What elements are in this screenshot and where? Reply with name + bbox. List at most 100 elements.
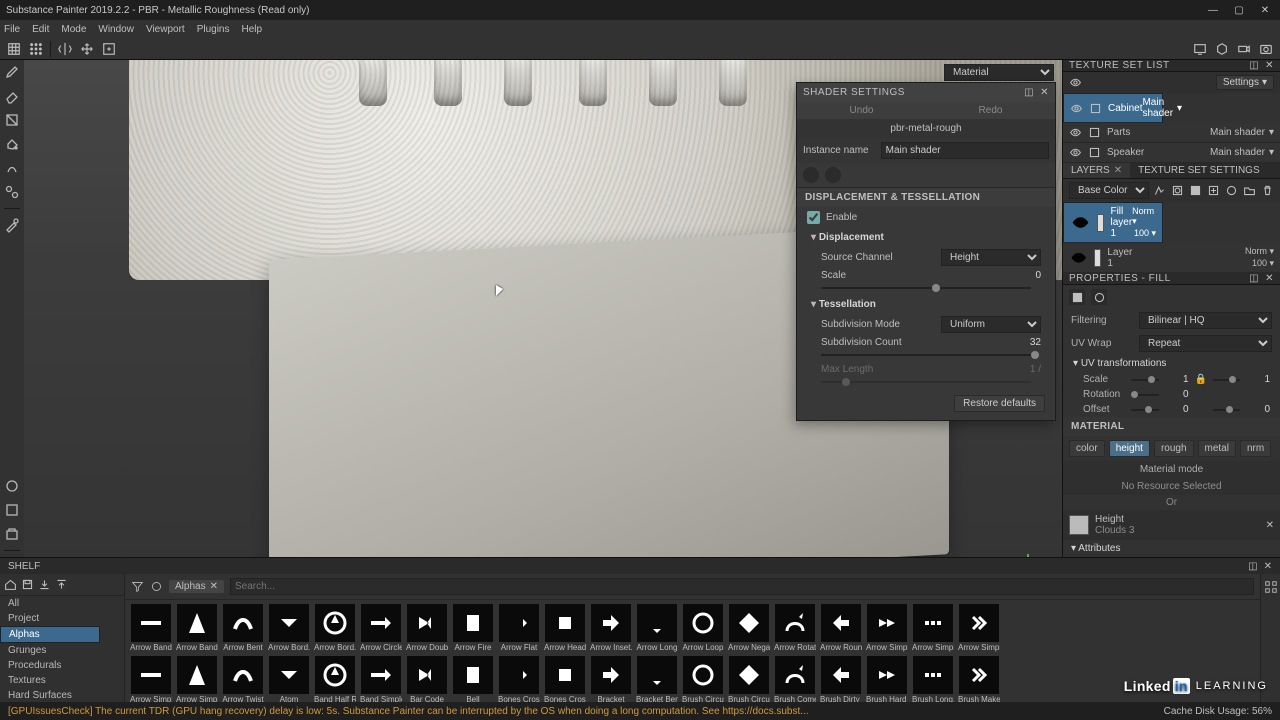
shader-close-icon[interactable]: ✕ <box>1040 87 1049 98</box>
shader-globe-icon[interactable] <box>803 167 819 183</box>
shelf-alpha-item[interactable]: Arrow Double <box>405 604 449 654</box>
shelf-alpha-item[interactable]: Brush Comet <box>773 656 817 702</box>
visibility-icon[interactable] <box>1069 146 1082 159</box>
shelf-import-icon[interactable] <box>38 578 51 591</box>
height-resource-row[interactable]: Height Clouds 3 ✕ <box>1063 510 1280 540</box>
tsl-dock-icon[interactable]: ◫ <box>1249 60 1259 71</box>
3d-viewport[interactable]: www.rrcg.cn Material <box>24 60 1062 575</box>
chevron-down-icon[interactable]: ▾ <box>1177 103 1182 114</box>
material-chip-color[interactable]: color <box>1069 440 1105 457</box>
shelf-dock-icon[interactable]: ◫ <box>1248 561 1257 572</box>
shelf-alpha-item[interactable]: Bones Cros... <box>497 656 541 702</box>
texture-set-item[interactable]: SpeakerMain shader▾ <box>1063 143 1280 163</box>
layer-effect-icon[interactable] <box>1153 184 1166 197</box>
add-fill-layer-icon[interactable] <box>1189 184 1202 197</box>
tsl-settings-button[interactable]: Settings▾ <box>1216 75 1274 90</box>
shelf-alpha-item[interactable]: Arrow Bord... <box>267 604 311 654</box>
tessellation-header[interactable]: Tessellation <box>797 295 1055 314</box>
texture-set-item[interactable]: PartsMain shader▾ <box>1063 123 1280 143</box>
shelf-alpha-item[interactable]: Arrow Fire <box>451 604 495 654</box>
prop-projection-icon[interactable] <box>1091 289 1107 305</box>
display-settings-icon[interactable] <box>1190 40 1210 58</box>
eraser-tool-icon[interactable] <box>4 88 20 104</box>
enable-checkbox[interactable] <box>807 211 820 224</box>
tool-move[interactable] <box>77 40 97 58</box>
channel-dropdown[interactable]: Base Color <box>1069 182 1149 199</box>
fill-tool-icon[interactable] <box>4 136 20 152</box>
subdiv-mode-dropdown[interactable]: Uniform <box>941 316 1041 333</box>
source-channel-dropdown[interactable]: Height <box>941 249 1041 266</box>
menu-window[interactable]: Window <box>98 24 134 35</box>
shelf-alpha-item[interactable]: Brush Dirty ... <box>819 656 863 702</box>
shelf-alpha-item[interactable]: Arrow Loop <box>681 604 725 654</box>
texture-set-item[interactable]: CabinetMain shader▾ <box>1063 93 1163 123</box>
menu-plugins[interactable]: Plugins <box>197 24 230 35</box>
smudge-tool-icon[interactable] <box>4 160 20 176</box>
filtering-dropdown[interactable]: Bilinear | HQ <box>1139 312 1272 329</box>
shelf-alpha-item[interactable]: Arrow Flat <box>497 604 541 654</box>
shelf-category[interactable]: Project <box>0 611 124 626</box>
shelf-circle-icon[interactable] <box>150 580 163 593</box>
tool-grid-3[interactable] <box>4 40 24 58</box>
delete-layer-icon[interactable] <box>1261 184 1274 197</box>
shelf-alpha-item[interactable]: Band Half R... <box>313 656 357 702</box>
shelf-category[interactable]: Hard Surfaces <box>0 688 124 702</box>
shelf-alpha-item[interactable]: Arrow Circle <box>359 604 403 654</box>
displacement-header[interactable]: Displacement <box>797 228 1055 247</box>
render-icon[interactable] <box>1256 40 1276 58</box>
layer-mask-icon[interactable] <box>1171 184 1184 197</box>
shelf-category[interactable]: Procedurals <box>0 658 124 673</box>
viewport-material-dropdown[interactable]: Material <box>944 64 1054 81</box>
shelf-alpha-item[interactable]: Arrow Simpl... <box>911 604 955 654</box>
subdiv-count-slider[interactable] <box>821 354 1031 356</box>
shelf-home-icon[interactable] <box>4 578 17 591</box>
shelf-alpha-item[interactable]: Arrow Head... <box>543 604 587 654</box>
projection-tool-icon[interactable] <box>4 112 20 128</box>
shelf-alpha-item[interactable]: Arrow Rotat... <box>773 604 817 654</box>
shelf-alpha-item[interactable]: Arrow Inset... <box>589 604 633 654</box>
baking-icon[interactable] <box>4 526 20 542</box>
prop-fill-icon[interactable] <box>1069 289 1085 305</box>
shader-undo[interactable]: Undo <box>797 102 926 119</box>
shelf-export-icon[interactable] <box>55 578 68 591</box>
shelf-alpha-item[interactable]: Arrow Band <box>129 604 173 654</box>
visibility-icon[interactable] <box>1069 126 1082 139</box>
mesh-iso-icon[interactable] <box>4 502 20 518</box>
tab-layers[interactable]: LAYERS✕ <box>1063 163 1130 178</box>
shelf-alpha-item[interactable]: Bell <box>451 656 495 702</box>
shelf-category[interactable]: Alphas <box>0 626 100 643</box>
layer-row[interactable]: Fill layer 1Norm ▾100 ▾ <box>1063 202 1163 243</box>
shelf-alpha-item[interactable]: Bracket Bent <box>635 656 679 702</box>
brush-tool-icon[interactable] <box>4 64 20 80</box>
shelf-alpha-item[interactable]: Bar Code <box>405 656 449 702</box>
chevron-down-icon[interactable]: ▾ <box>1151 228 1156 238</box>
scale-slider[interactable] <box>821 287 1031 289</box>
menu-file[interactable]: File <box>4 24 20 35</box>
shelf-alpha-item[interactable]: Arrow Nega... <box>727 604 771 654</box>
viewer-settings-icon[interactable] <box>1212 40 1232 58</box>
shelf-filter-tag[interactable]: Alphas✕ <box>169 580 224 593</box>
shelf-category[interactable]: Grunges <box>0 643 124 658</box>
prop-close-icon[interactable]: ✕ <box>1265 273 1274 284</box>
camera-icon[interactable] <box>1234 40 1254 58</box>
shelf-close-icon[interactable]: ✕ <box>1264 561 1272 572</box>
shelf-alpha-item[interactable]: Atom <box>267 656 311 702</box>
uv-scale-slider-y[interactable] <box>1213 379 1241 381</box>
material-picker-icon[interactable] <box>4 217 20 233</box>
visibility-icon[interactable] <box>1070 102 1083 115</box>
smart-material-icon[interactable] <box>1225 184 1238 197</box>
shelf-search-input[interactable] <box>230 578 1254 595</box>
add-layer-icon[interactable] <box>1207 184 1220 197</box>
shelf-alpha-item[interactable]: Arrow Simpl... <box>175 656 219 702</box>
tab-layers-close-icon[interactable]: ✕ <box>1114 165 1122 176</box>
shelf-alpha-item[interactable]: Arrow Bent <box>221 604 265 654</box>
add-group-icon[interactable] <box>1243 184 1256 197</box>
uvwrap-dropdown[interactable]: Repeat <box>1139 335 1272 352</box>
material-chip-height[interactable]: height <box>1109 440 1150 457</box>
material-chip-nrm[interactable]: nrm <box>1240 440 1271 457</box>
tool-focus[interactable] <box>99 40 119 58</box>
shelf-alpha-item[interactable]: Arrow Long <box>635 604 679 654</box>
shelf-tag-remove-icon[interactable]: ✕ <box>210 581 218 592</box>
chevron-down-icon[interactable]: ▾ <box>1269 258 1274 268</box>
close-button[interactable]: ✕ <box>1256 5 1274 16</box>
